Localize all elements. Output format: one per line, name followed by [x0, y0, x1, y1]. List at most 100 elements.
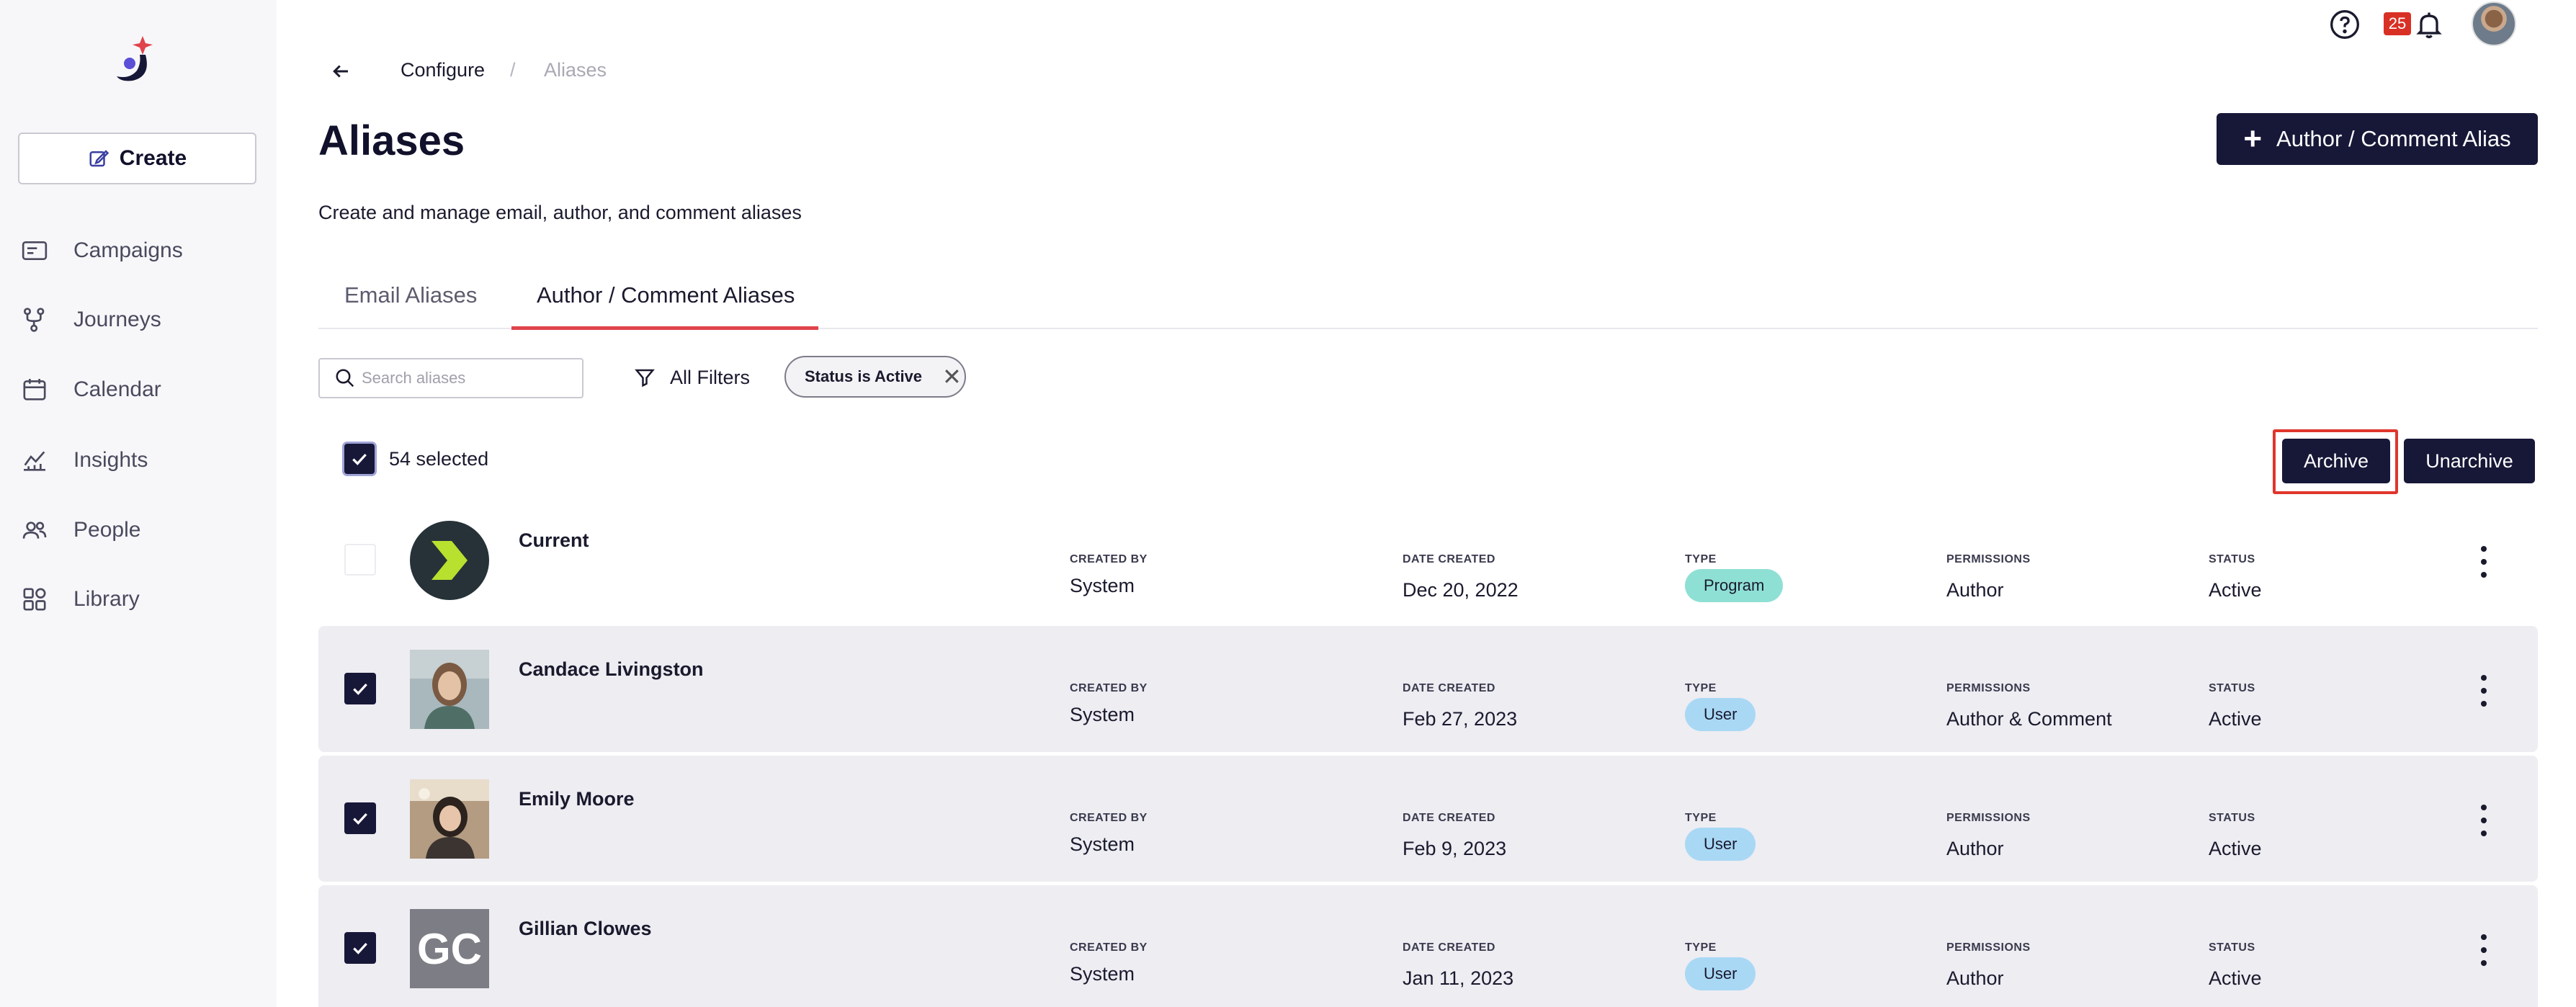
people-icon — [22, 522, 47, 539]
sidebar: Create Campaigns Journeys Calendar Insig… — [0, 0, 277, 1007]
search-box[interactable] — [318, 358, 583, 398]
more-options-icon[interactable] — [2479, 805, 2488, 836]
status-label: STATUS — [2209, 682, 2255, 694]
all-filters-label: All Filters — [670, 366, 751, 388]
sidebar-item-label: Journeys — [73, 308, 161, 331]
breadcrumb-configure-link[interactable]: Configure — [401, 59, 485, 81]
checkmark-icon — [353, 683, 367, 695]
app-logo-icon[interactable] — [108, 33, 166, 91]
created-by-value: System — [1070, 575, 1135, 596]
status-label: STATUS — [2209, 812, 2255, 824]
table-row[interactable]: Candace Livingston CREATED BY System DAT… — [318, 626, 2538, 752]
active-tab-indicator — [511, 326, 818, 330]
alias-avatar: GC — [410, 909, 489, 988]
person-photo-icon — [410, 650, 489, 729]
notification-count-badge[interactable]: 25 — [2384, 12, 2411, 35]
permissions-label: PERMISSIONS — [1946, 941, 2031, 954]
type-badge: User — [1685, 957, 1756, 990]
permissions-value: Author — [1946, 579, 2004, 601]
status-filter-chip[interactable]: Status is Active ✕ — [784, 356, 966, 398]
create-button[interactable]: Create — [18, 133, 256, 184]
row-checkbox[interactable] — [344, 673, 376, 704]
alias-name: Gillian Clowes — [519, 918, 652, 939]
created-by-label: CREATED BY — [1070, 941, 1148, 954]
more-options-icon[interactable] — [2479, 546, 2488, 578]
permissions-value: Author — [1946, 838, 2004, 859]
journeys-icon — [23, 308, 45, 332]
user-avatar[interactable] — [2472, 1, 2516, 46]
more-options-icon[interactable] — [2479, 675, 2488, 707]
type-badge: Program — [1685, 569, 1784, 602]
table-row[interactable]: Current CREATED BY System DATE CREATED D… — [318, 497, 2538, 623]
row-checkbox[interactable] — [344, 932, 376, 964]
status-label: STATUS — [2209, 553, 2255, 565]
add-author-comment-alias-button[interactable]: + Author / Comment Alias — [2217, 113, 2538, 165]
status-value: Active — [2209, 967, 2262, 989]
selected-count: 54 selected — [389, 448, 489, 470]
more-options-icon[interactable] — [2479, 934, 2488, 966]
checkmark-icon — [353, 813, 367, 825]
back-arrow-icon[interactable] — [330, 61, 352, 82]
table-row[interactable]: GC Gillian Clowes CREATED BY System DATE… — [318, 885, 2538, 1007]
sidebar-item-label: Calendar — [73, 377, 161, 401]
created-by-label: CREATED BY — [1070, 812, 1148, 824]
sidebar-item-insights[interactable]: Insights — [20, 439, 148, 482]
edit-icon — [89, 150, 109, 167]
campaigns-icon — [22, 241, 48, 260]
tab-email-aliases[interactable]: Email Aliases — [344, 282, 477, 308]
table-row[interactable]: Emily Moore CREATED BY System DATE CREAT… — [318, 756, 2538, 882]
permissions-label: PERMISSIONS — [1946, 553, 2031, 565]
page-subtitle: Create and manage email, author, and com… — [318, 202, 802, 223]
alias-name: Emily Moore — [519, 788, 635, 810]
date-created-value: Jan 11, 2023 — [1403, 967, 1514, 989]
created-by-value: System — [1070, 963, 1135, 985]
breadcrumb-current: Aliases — [544, 59, 607, 81]
bell-icon[interactable] — [2413, 9, 2445, 40]
type-label: TYPE — [1685, 682, 1717, 694]
select-all-checkbox[interactable] — [344, 444, 375, 474]
permissions-label: PERMISSIONS — [1946, 682, 2031, 694]
created-by-value: System — [1070, 833, 1135, 855]
sidebar-item-label: Library — [73, 587, 140, 611]
date-created-label: DATE CREATED — [1403, 941, 1495, 954]
sidebar-item-label: Campaigns — [73, 238, 183, 262]
alias-name: Candace Livingston — [519, 658, 704, 680]
created-by-value: System — [1070, 704, 1135, 725]
status-value: Active — [2209, 579, 2262, 601]
unarchive-button[interactable]: Unarchive — [2404, 439, 2535, 483]
row-checkbox[interactable] — [344, 544, 376, 576]
program-logo-icon — [410, 521, 489, 600]
all-filters-button[interactable]: All Filters — [634, 363, 750, 392]
date-created-value: Feb 27, 2023 — [1403, 708, 1518, 730]
archive-button[interactable]: Archive — [2282, 439, 2390, 483]
alias-avatar — [410, 650, 489, 729]
filter-icon — [635, 369, 655, 388]
calendar-icon — [23, 379, 46, 400]
create-button-label: Create — [119, 146, 187, 170]
plus-icon: + — [2243, 121, 2263, 156]
help-icon[interactable] — [2329, 9, 2361, 40]
search-input[interactable] — [362, 369, 571, 388]
breadcrumb-separator: / — [510, 59, 516, 81]
type-label: TYPE — [1685, 553, 1717, 565]
date-created-label: DATE CREATED — [1403, 682, 1495, 694]
permissions-value: Author & Comment — [1946, 708, 2112, 730]
type-badge: User — [1685, 698, 1756, 731]
row-checkbox[interactable] — [344, 802, 376, 834]
checkmark-icon — [353, 942, 367, 954]
sidebar-item-library[interactable]: Library — [20, 578, 140, 621]
close-icon[interactable]: ✕ — [942, 363, 962, 390]
status-value: Active — [2209, 838, 2262, 859]
tab-author-comment-aliases[interactable]: Author / Comment Aliases — [537, 282, 795, 308]
sidebar-item-campaigns[interactable]: Campaigns — [20, 229, 183, 272]
sidebar-item-label: Insights — [73, 448, 148, 472]
status-filter-chip-label: Status is Active — [805, 367, 923, 385]
add-alias-button-label: Author / Comment Alias — [2276, 126, 2511, 151]
sidebar-item-people[interactable]: People — [20, 509, 140, 552]
sidebar-item-calendar[interactable]: Calendar — [20, 368, 161, 411]
checkmark-icon — [352, 453, 367, 465]
created-by-label: CREATED BY — [1070, 682, 1148, 694]
alias-name: Current — [519, 529, 589, 551]
date-created-label: DATE CREATED — [1403, 812, 1495, 824]
sidebar-item-journeys[interactable]: Journeys — [20, 298, 161, 341]
